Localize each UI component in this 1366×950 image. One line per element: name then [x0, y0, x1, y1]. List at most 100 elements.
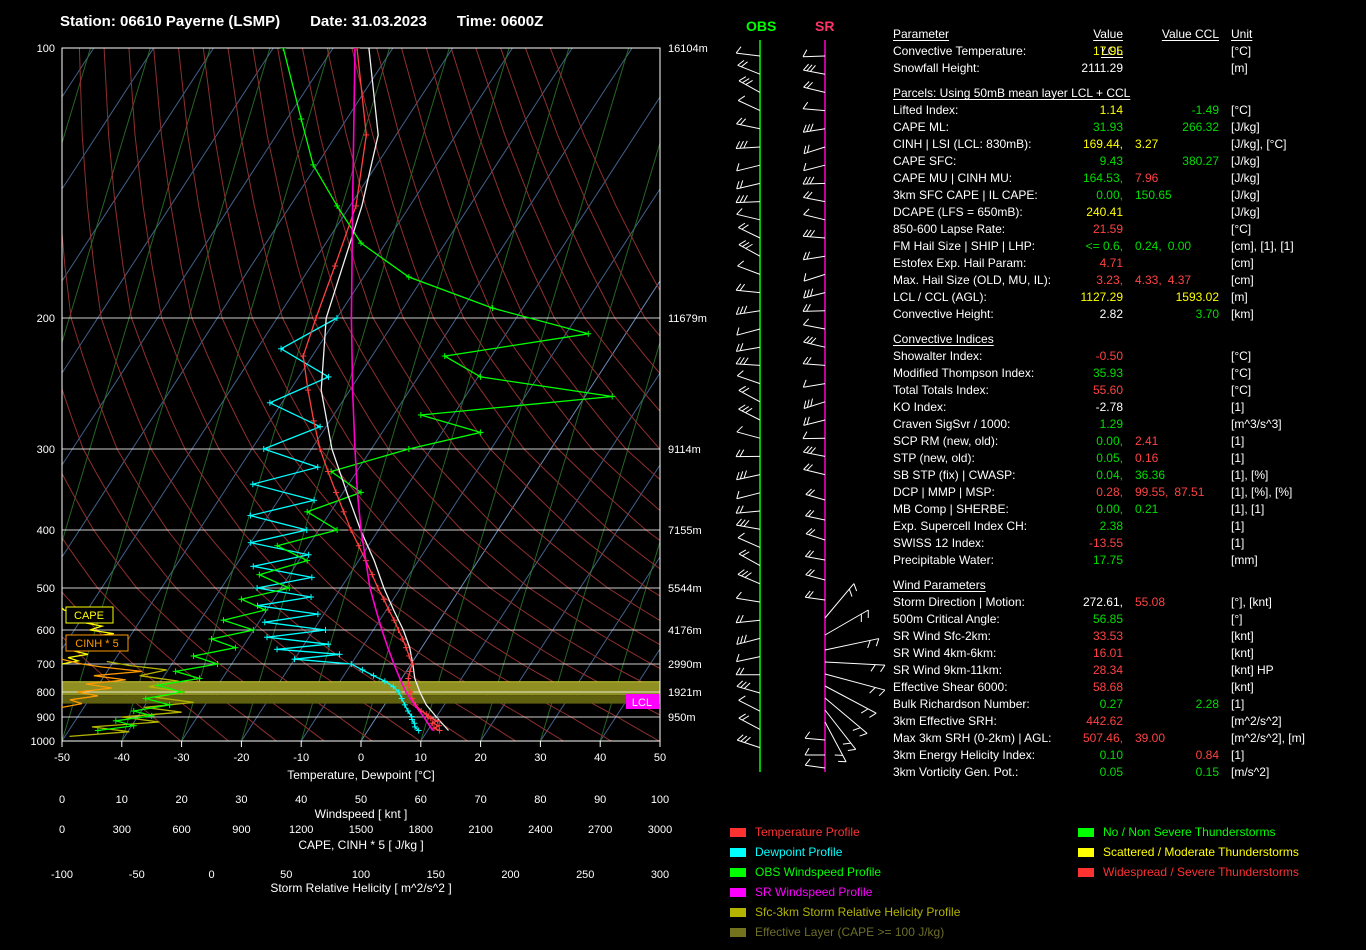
svg-text:80: 80 [534, 794, 546, 806]
svg-text:5544m: 5544m [668, 583, 702, 595]
param-value-ccl: 3.70 [1123, 306, 1219, 323]
svg-text:250: 250 [576, 869, 594, 881]
param-row: Storm Direction | Motion:272.61,55.08[°]… [893, 594, 1363, 611]
param-value: 99.55, [1135, 485, 1168, 499]
svg-text:1000: 1000 [31, 736, 55, 748]
param-label: MB Comp | SHERBE: [893, 501, 1069, 518]
svg-text:200: 200 [37, 313, 55, 325]
svg-text:0: 0 [358, 752, 364, 764]
param-value-ccl [1123, 713, 1219, 730]
svg-text:3000: 3000 [648, 824, 672, 836]
param-value-lcl: 0.27 [1069, 696, 1123, 713]
legend-swatch [730, 908, 746, 917]
param-label: Craven SigSvr / 1000: [893, 416, 1069, 433]
param-value-lcl: 2.38 [1069, 518, 1123, 535]
svg-text:100: 100 [37, 43, 55, 55]
param-unit: [knt] [1219, 645, 1363, 662]
legend-label: Sfc-3km Storm Relative Helicity Profile [755, 905, 960, 919]
param-unit: [1] [1219, 518, 1363, 535]
parameters-table-header: Parameter Value LCL Value CCL Unit [893, 26, 1363, 43]
sr-column-label: SR [815, 18, 834, 34]
param-row: 850-600 Lapse Rate:21.59[°C] [893, 221, 1363, 238]
param-unit: [m^2/s^2], [m] [1219, 730, 1363, 747]
param-value: 150.65 [1135, 188, 1172, 202]
param-label: SB STP (fix) | CWASP: [893, 467, 1069, 484]
legend-label: Widespread / Severe Thunderstorms [1103, 865, 1299, 879]
param-unit: [J/kg] [1219, 170, 1363, 187]
param-row: 500m Critical Angle:56.85[°] [893, 611, 1363, 628]
parcel-curve [321, 48, 448, 731]
param-label: Convective Height: [893, 306, 1069, 323]
svg-text:CINH * 5: CINH * 5 [75, 638, 118, 650]
svg-text:CAPE: CAPE [74, 610, 104, 622]
title-bar: Station: 06610 Payerne (LSMP) Date: 31.0… [60, 13, 543, 30]
svg-text:0: 0 [59, 824, 65, 836]
param-label: Effective Shear 6000: [893, 679, 1069, 696]
date-label: Date: 31.03.2023 [310, 13, 427, 30]
param-label: Precipitable Water: [893, 552, 1069, 569]
param-unit: [m/s^2] [1219, 764, 1363, 781]
param-value-lcl: 164.53, [1069, 170, 1123, 187]
param-label: Lifted Index: [893, 102, 1069, 119]
svg-text:90: 90 [594, 794, 606, 806]
param-label: CAPE SFC: [893, 153, 1069, 170]
svg-text:0: 0 [208, 869, 214, 881]
param-value-ccl: 0.16 [1123, 450, 1219, 467]
param-unit: [1], [%], [%] [1219, 484, 1363, 501]
param-value-ccl [1123, 662, 1219, 679]
param-value-ccl [1123, 535, 1219, 552]
param-value: 4.33, [1135, 273, 1162, 287]
param-label: Modified Thompson Index: [893, 365, 1069, 382]
param-value-ccl: 36.36 [1123, 467, 1219, 484]
param-value-ccl: 7.96 [1123, 170, 1219, 187]
param-value-ccl [1123, 645, 1219, 662]
svg-text:-50: -50 [54, 752, 70, 764]
svg-text:2700: 2700 [588, 824, 612, 836]
param-unit: [J/kg] [1219, 187, 1363, 204]
param-value: 0.84 [1196, 748, 1219, 762]
param-label: Storm Direction | Motion: [893, 594, 1069, 611]
param-row: Max 3km SRH (0-2km) | AGL:507.46,39.00[m… [893, 730, 1363, 747]
svg-text:1200: 1200 [289, 824, 313, 836]
param-row: Lifted Index:1.14-1.49[°C] [893, 102, 1363, 119]
param-value-ccl: 150.65 [1123, 187, 1219, 204]
param-unit: [1] [1219, 433, 1363, 450]
section-title: Parcels: Using 50mB mean layer LCL + CCL [893, 85, 1363, 102]
svg-text:60: 60 [415, 794, 427, 806]
svg-text:700: 700 [37, 659, 55, 671]
svg-text:-20: -20 [233, 752, 249, 764]
param-unit: [m^3/s^3] [1219, 416, 1363, 433]
svg-text:300: 300 [651, 869, 669, 881]
svg-text:100: 100 [352, 869, 370, 881]
param-value: -1.49 [1192, 103, 1219, 117]
param-row: LCL / CCL (AGL):1127.291593.02[m] [893, 289, 1363, 306]
svg-text:1800: 1800 [409, 824, 433, 836]
svg-text:2990m: 2990m [668, 659, 702, 671]
param-value-lcl: 169.44, [1069, 136, 1123, 153]
param-value-ccl: -1.49 [1123, 102, 1219, 119]
param-unit: [1] [1219, 696, 1363, 713]
param-label: DCAPE (LFS = 650mB): [893, 204, 1069, 221]
param-value-lcl: 1127.29 [1069, 289, 1123, 306]
param-unit: [°C] [1219, 102, 1363, 119]
param-value-ccl: 1593.02 [1123, 289, 1219, 306]
svg-text:40: 40 [295, 794, 307, 806]
param-value: 3.70 [1196, 307, 1219, 321]
param-row: Convective Height:2.823.70[km] [893, 306, 1363, 323]
legend-swatch [1078, 828, 1094, 837]
param-value-lcl: 3.23, [1069, 272, 1123, 289]
param-label: SR Wind Sfc-2km: [893, 628, 1069, 645]
svg-text:900: 900 [232, 824, 250, 836]
param-value: 4.37 [1168, 273, 1191, 287]
param-value: 0.00 [1168, 239, 1191, 253]
param-value-lcl: 0.05, [1069, 450, 1123, 467]
param-value-lcl: <= 0.6, [1069, 238, 1123, 255]
param-row: KO Index:-2.78[1] [893, 399, 1363, 416]
svg-text:-100: -100 [51, 869, 73, 881]
param-value-lcl: 28.34 [1069, 662, 1123, 679]
param-value-lcl: -0.50 [1069, 348, 1123, 365]
param-unit: [1] [1219, 399, 1363, 416]
legend-item: No / Non Severe Thunderstorms [1078, 822, 1299, 842]
param-value: 2.28 [1196, 697, 1219, 711]
param-value-lcl: 240.41 [1069, 204, 1123, 221]
